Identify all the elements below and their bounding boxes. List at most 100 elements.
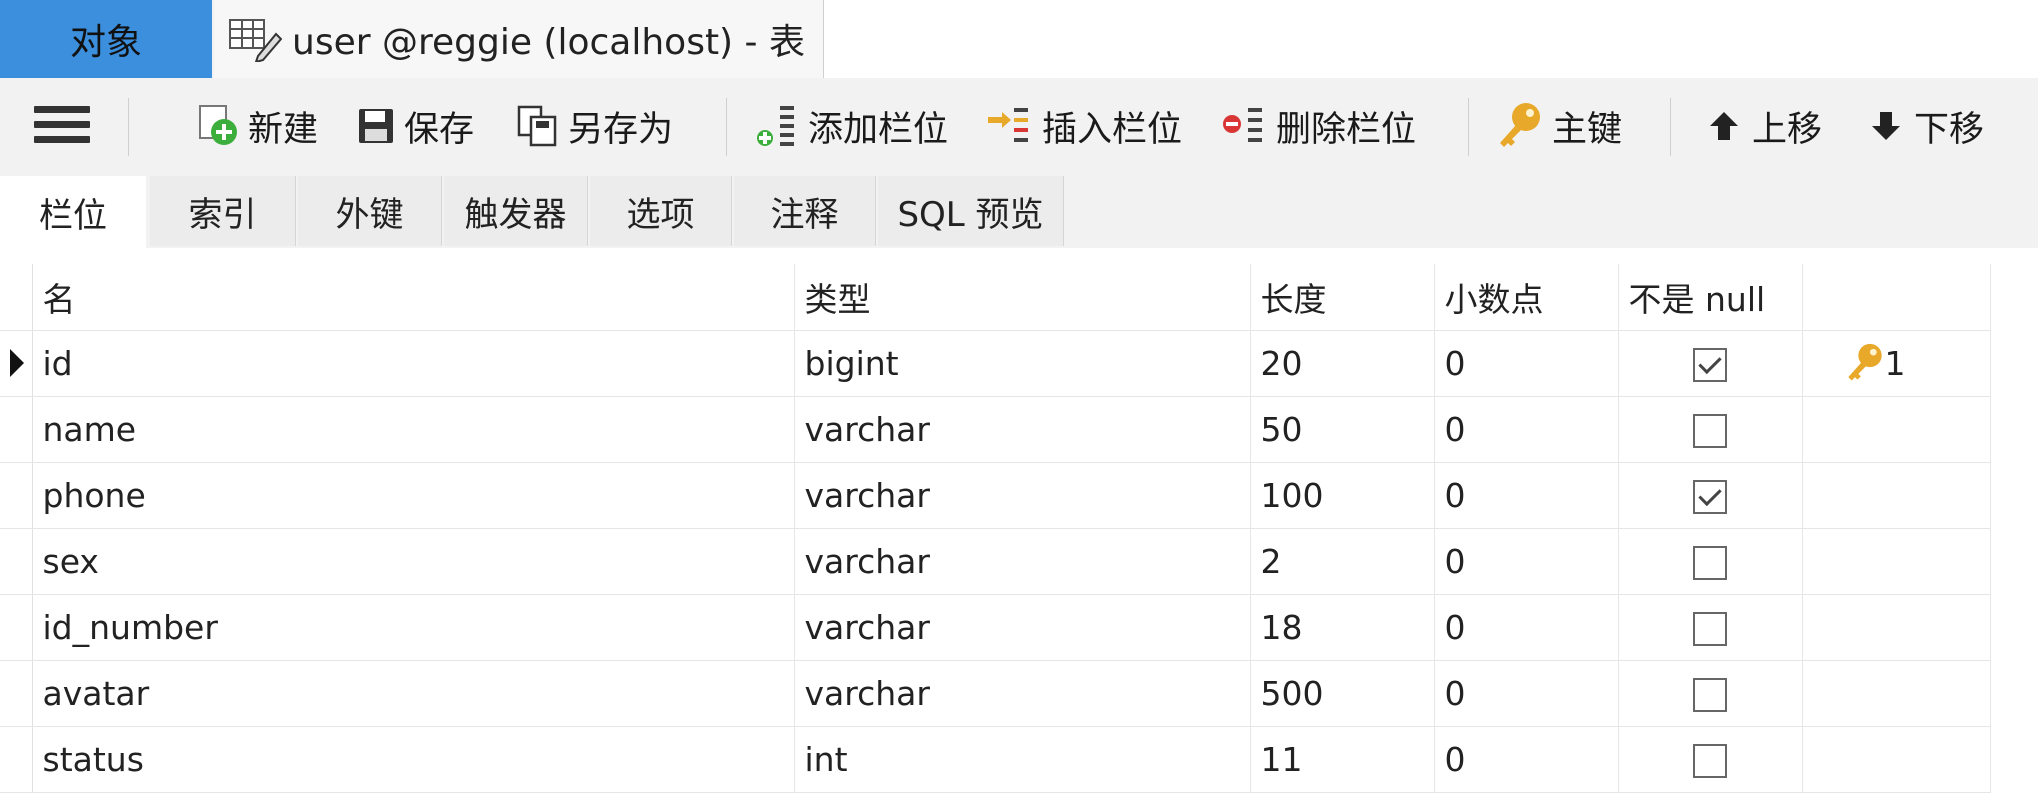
field-length-cell[interactable]: 50 — [1250, 396, 1435, 463]
key-cell[interactable] — [1802, 726, 1991, 793]
tab-triggers-label: 触发器 — [464, 194, 567, 235]
field-decimals-cell[interactable]: 0 — [1434, 462, 1619, 529]
field-type-cell[interactable]: varchar — [794, 594, 1251, 661]
field-length-cell[interactable]: 18 — [1250, 594, 1435, 661]
field-name-cell[interactable]: avatar — [32, 660, 795, 727]
tab-comments-label: 注释 — [770, 194, 839, 235]
key-cell[interactable] — [1802, 462, 1991, 529]
move-down-button[interactable]: 下移 — [1866, 96, 1984, 156]
save-as-button[interactable]: 另存为 — [516, 96, 673, 156]
tab-comments[interactable]: 注释 — [734, 176, 876, 246]
column-header-key[interactable] — [1802, 264, 1991, 331]
fields-grid-area: 名 类型 长度 小数点 不是 null id bigint 20 0 1 name varc… — [0, 248, 2038, 798]
move-up-button[interactable]: 上移 — [1704, 96, 1822, 156]
tab-table-design[interactable]: user @reggie (localhost) - 表 — [214, 0, 824, 78]
row-indicator-header — [0, 264, 33, 331]
table-row[interactable]: name varchar 50 0 — [0, 396, 1991, 463]
key-cell[interactable] — [1802, 594, 1991, 661]
field-type-cell[interactable]: varchar — [794, 660, 1251, 727]
row-indicator[interactable] — [0, 726, 33, 793]
save-button[interactable]: 保存 — [356, 96, 474, 156]
row-indicator[interactable] — [0, 462, 33, 529]
tab-objects[interactable]: 对象 — [0, 0, 212, 78]
not-null-checkbox[interactable] — [1693, 744, 1727, 778]
primary-key-order: 1 — [1884, 343, 1906, 383]
column-header-length[interactable]: 长度 — [1250, 264, 1435, 331]
table-row[interactable]: id bigint 20 0 1 — [0, 330, 1991, 397]
column-header-decimals[interactable]: 小数点 — [1434, 264, 1619, 331]
field-type-cell[interactable]: varchar — [794, 528, 1251, 595]
field-decimals-cell[interactable]: 0 — [1434, 594, 1619, 661]
primary-key-indicator: 1 — [1813, 341, 1990, 385]
not-null-checkbox[interactable] — [1693, 546, 1727, 580]
table-row[interactable]: phone varchar 100 0 — [0, 462, 1991, 529]
new-button[interactable]: 新建 — [196, 96, 318, 156]
not-null-cell — [1618, 462, 1803, 529]
insert-field-button[interactable]: 插入栏位 — [986, 96, 1182, 156]
row-indicator[interactable] — [0, 594, 33, 661]
row-indicator[interactable] — [0, 528, 33, 595]
current-row-marker-icon — [10, 349, 24, 377]
tab-indexes[interactable]: 索引 — [150, 176, 296, 246]
field-type-cell[interactable]: varchar — [794, 462, 1251, 529]
not-null-checkbox[interactable] — [1693, 348, 1727, 382]
row-indicator[interactable] — [0, 330, 33, 397]
add-field-icon — [757, 106, 794, 146]
table-row[interactable]: id_number varchar 18 0 — [0, 594, 1991, 661]
row-indicator[interactable] — [0, 660, 33, 727]
field-name-cell[interactable]: id_number — [32, 594, 795, 661]
field-name-cell[interactable]: status — [32, 726, 795, 793]
field-name-cell[interactable]: name — [32, 396, 795, 463]
tab-fields[interactable]: 栏位 — [0, 176, 146, 249]
field-type-cell[interactable]: int — [794, 726, 1251, 793]
new-icon — [199, 105, 237, 145]
not-null-checkbox[interactable] — [1693, 480, 1727, 514]
field-decimals-cell[interactable]: 0 — [1434, 330, 1619, 397]
field-decimals-cell[interactable]: 0 — [1434, 396, 1619, 463]
field-length-cell[interactable]: 100 — [1250, 462, 1435, 529]
field-type-cell[interactable]: bigint — [794, 330, 1251, 397]
key-cell[interactable] — [1802, 660, 1991, 727]
not-null-cell — [1618, 594, 1803, 661]
field-type-cell[interactable]: varchar — [794, 396, 1251, 463]
not-null-checkbox[interactable] — [1693, 612, 1727, 646]
field-decimals-cell[interactable]: 0 — [1434, 726, 1619, 793]
field-name-cell[interactable]: phone — [32, 462, 795, 529]
field-length-cell[interactable]: 20 — [1250, 330, 1435, 397]
table-row[interactable]: avatar varchar 500 0 — [0, 660, 1991, 727]
insert-field-label: 插入栏位 — [1042, 109, 1183, 150]
add-field-button[interactable]: 添加栏位 — [756, 96, 948, 156]
key-cell[interactable] — [1802, 396, 1991, 463]
delete-field-button[interactable]: 删除栏位 — [1220, 96, 1416, 156]
field-decimals-cell[interactable]: 0 — [1434, 528, 1619, 595]
field-decimals-cell[interactable]: 0 — [1434, 660, 1619, 727]
new-label: 新建 — [248, 109, 319, 150]
table-row[interactable]: status int 11 0 — [0, 726, 1991, 793]
hamburger-menu-icon[interactable] — [34, 106, 90, 150]
key-cell[interactable]: 1 — [1802, 330, 1991, 397]
column-header-type[interactable]: 类型 — [794, 264, 1251, 331]
key-icon — [1500, 103, 1540, 147]
tab-bar-empty-area — [824, 0, 2038, 79]
field-length-cell[interactable]: 500 — [1250, 660, 1435, 727]
column-header-not-null[interactable]: 不是 null — [1618, 264, 1803, 331]
tab-foreign-keys[interactable]: 外键 — [298, 176, 442, 246]
tab-options[interactable]: 选项 — [590, 176, 732, 246]
delete-field-label: 删除栏位 — [1276, 109, 1417, 150]
field-name-cell[interactable]: id — [32, 330, 795, 397]
not-null-checkbox[interactable] — [1693, 678, 1727, 712]
move-up-label: 上移 — [1752, 109, 1823, 150]
field-length-cell[interactable]: 11 — [1250, 726, 1435, 793]
primary-key-button[interactable]: 主键 — [1496, 96, 1622, 156]
column-header-name[interactable]: 名 — [32, 264, 795, 331]
field-length-cell[interactable]: 2 — [1250, 528, 1435, 595]
field-name-cell[interactable]: sex — [32, 528, 795, 595]
tab-sql-preview[interactable]: SQL 预览 — [878, 176, 1064, 246]
row-indicator[interactable] — [0, 396, 33, 463]
key-cell[interactable] — [1802, 528, 1991, 595]
table-row[interactable]: sex varchar 2 0 — [0, 528, 1991, 595]
save-icon — [359, 109, 393, 143]
designer-subtabs: 栏位 索引 外键 触发器 选项 注释 SQL 预览 — [0, 176, 2038, 249]
not-null-checkbox[interactable] — [1693, 414, 1727, 448]
tab-triggers[interactable]: 触发器 — [444, 176, 588, 246]
